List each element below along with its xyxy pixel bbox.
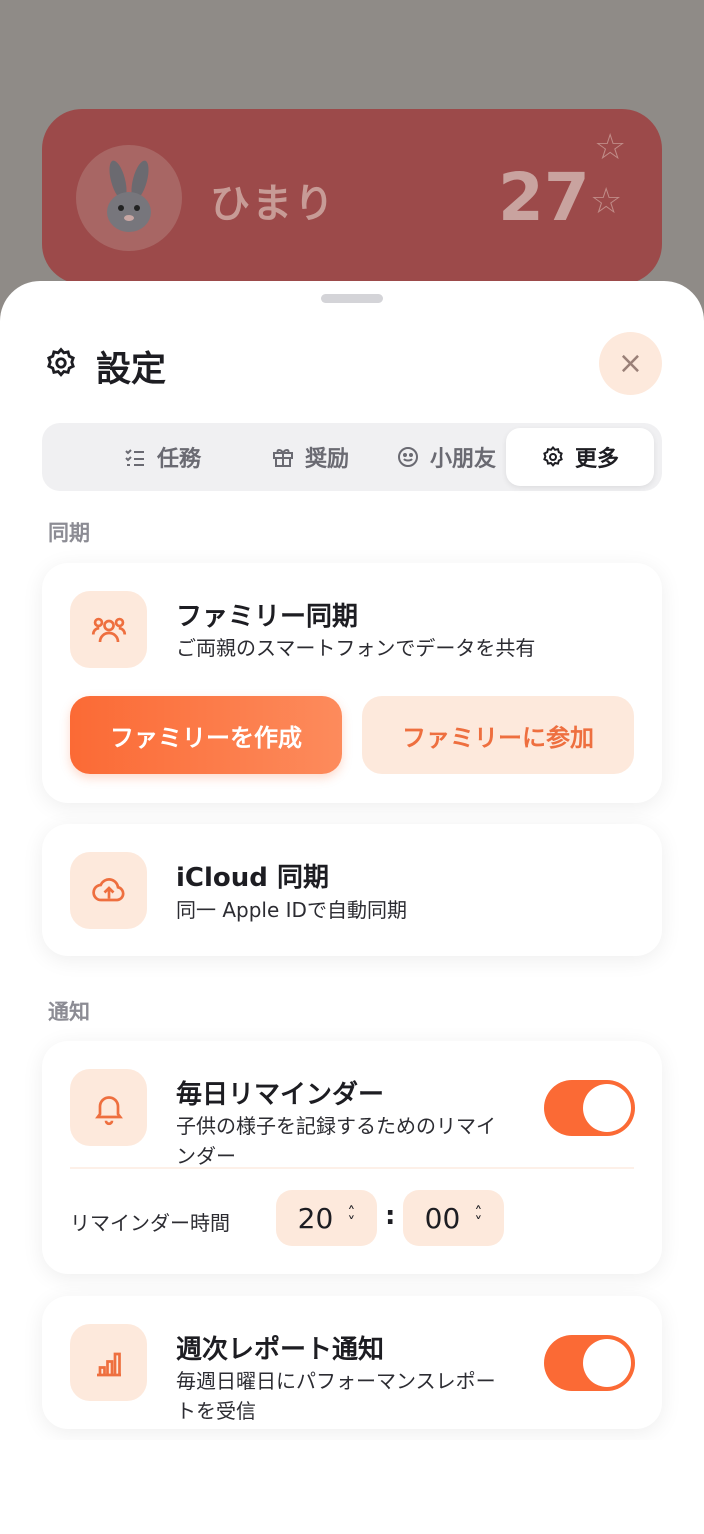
cloud-upload-icon <box>91 877 124 901</box>
tab-tasks[interactable]: 任務 <box>88 428 236 486</box>
card-title: ファミリー同期 <box>176 602 359 632</box>
rabbit-icon <box>107 160 151 232</box>
chevron-up-down-icon: ˄ ˅ <box>474 1203 483 1232</box>
minute-value: 00 <box>424 1201 461 1235</box>
weekly-report-toggle[interactable] <box>544 1335 635 1391</box>
chevron-up-down-icon: ˄ ˅ <box>347 1203 356 1232</box>
tab-more[interactable]: 更多 <box>506 428 654 486</box>
card-subtitle: 子供の様子を記録するためのリマイ ンダー <box>176 1114 496 1168</box>
hour-stepper[interactable]: 20 ˄ ˅ <box>276 1190 377 1246</box>
card-title: 週次レポート通知 <box>176 1335 385 1365</box>
checklist-icon <box>125 449 144 466</box>
page-title: 設定 <box>96 350 167 390</box>
close-button[interactable]: × <box>599 332 662 395</box>
gift-icon <box>272 449 293 467</box>
icloud-sync-card[interactable]: iCloud 同期 同一 Apple IDで自動同期 <box>42 824 662 956</box>
card-subtitle: 同一 Apple IDで自動同期 <box>176 898 407 922</box>
card-subtitle: ご両親のスマートフォンでデータを共有 <box>176 636 536 660</box>
family-sync-card: ファミリー同期 ご両親のスマートフォンでデータを共有 ファミリーを作成 ファミリ… <box>42 563 662 803</box>
settings-sheet: 設定 × 任務 奨励 小朋友 更多 同期 ファミリー同期 ご両親のスマートフォン… <box>0 281 704 1534</box>
minute-stepper[interactable]: 00 ˄ ˅ <box>403 1190 504 1246</box>
close-icon: × <box>617 345 644 381</box>
smile-icon <box>397 447 418 467</box>
section-label-sync: 同期 <box>48 521 90 545</box>
tab-label: 小朋友 <box>429 447 496 472</box>
daily-reminder-card: 毎日リマインダー 子供の様子を記録するためのリマイ ンダー リマインダー時間 2… <box>42 1041 662 1274</box>
join-family-button[interactable]: ファミリーに参加 <box>362 696 634 774</box>
star-icon: ☆ <box>590 181 623 222</box>
icon-box <box>70 1324 147 1401</box>
gear-icon <box>543 445 563 467</box>
daily-reminder-toggle[interactable] <box>544 1080 635 1136</box>
toggle-knob <box>583 1084 631 1132</box>
gear-icon <box>47 347 75 377</box>
sheet-grabber[interactable] <box>321 294 383 303</box>
tab-label: 任務 <box>156 447 201 472</box>
star-icon: ☆ <box>594 127 627 168</box>
toggle-knob <box>583 1339 631 1387</box>
bar-chart-icon <box>96 1352 121 1376</box>
family-icon <box>91 617 126 642</box>
bottom-fade <box>0 1440 704 1534</box>
star-count: 27 <box>498 159 590 236</box>
card-title: 毎日リマインダー <box>176 1080 385 1110</box>
card-title: iCloud 同期 <box>176 863 329 893</box>
child-name: ひまり <box>210 181 336 227</box>
icon-box <box>70 591 147 668</box>
bell-icon <box>94 1095 123 1125</box>
child-card-background: ひまり 27 ☆ ☆ <box>42 109 662 284</box>
hour-value: 20 <box>297 1201 334 1235</box>
section-label-notify: 通知 <box>48 1000 90 1024</box>
card-subtitle: 毎週日曜日にパフォーマンスレポー トを受信 <box>176 1369 496 1423</box>
icon-box <box>70 852 147 929</box>
tab-label: 更多 <box>574 447 619 472</box>
tab-bar: 任務 奨励 小朋友 更多 <box>42 423 662 491</box>
tab-rewards[interactable]: 奨励 <box>236 428 384 486</box>
create-family-button[interactable]: ファミリーを作成 <box>70 696 342 774</box>
weekly-report-card: 週次レポート通知 毎週日曜日にパフォーマンスレポー トを受信 <box>42 1296 662 1429</box>
tab-kids[interactable]: 小朋友 <box>372 428 520 486</box>
avatar <box>76 145 182 251</box>
time-separator: : <box>385 1201 396 1231</box>
icon-box <box>70 1069 147 1146</box>
divider <box>70 1167 634 1169</box>
reminder-time-label: リマインダー時間 <box>70 1211 230 1235</box>
tab-label: 奨励 <box>304 447 349 472</box>
